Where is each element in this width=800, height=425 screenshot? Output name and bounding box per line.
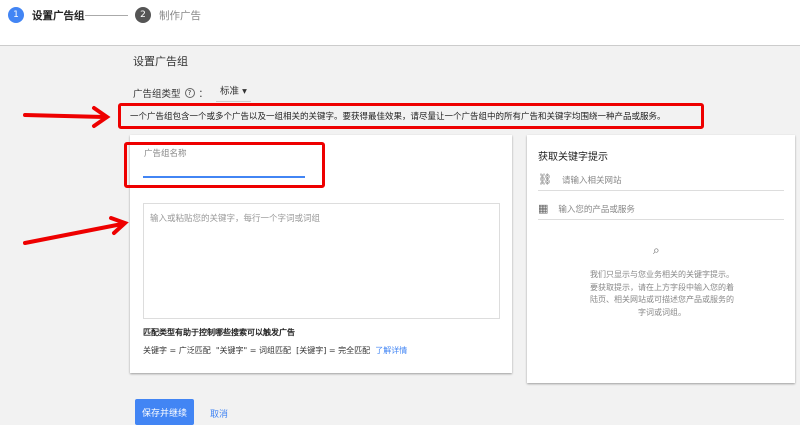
cancel-button[interactable]: 取消 [210, 407, 228, 420]
annotation-arrows [23, 106, 129, 245]
arrow-shaft [23, 113, 106, 119]
save-continue-button[interactable]: 保存并继续 [135, 399, 194, 425]
arrow-shaft [23, 222, 124, 245]
